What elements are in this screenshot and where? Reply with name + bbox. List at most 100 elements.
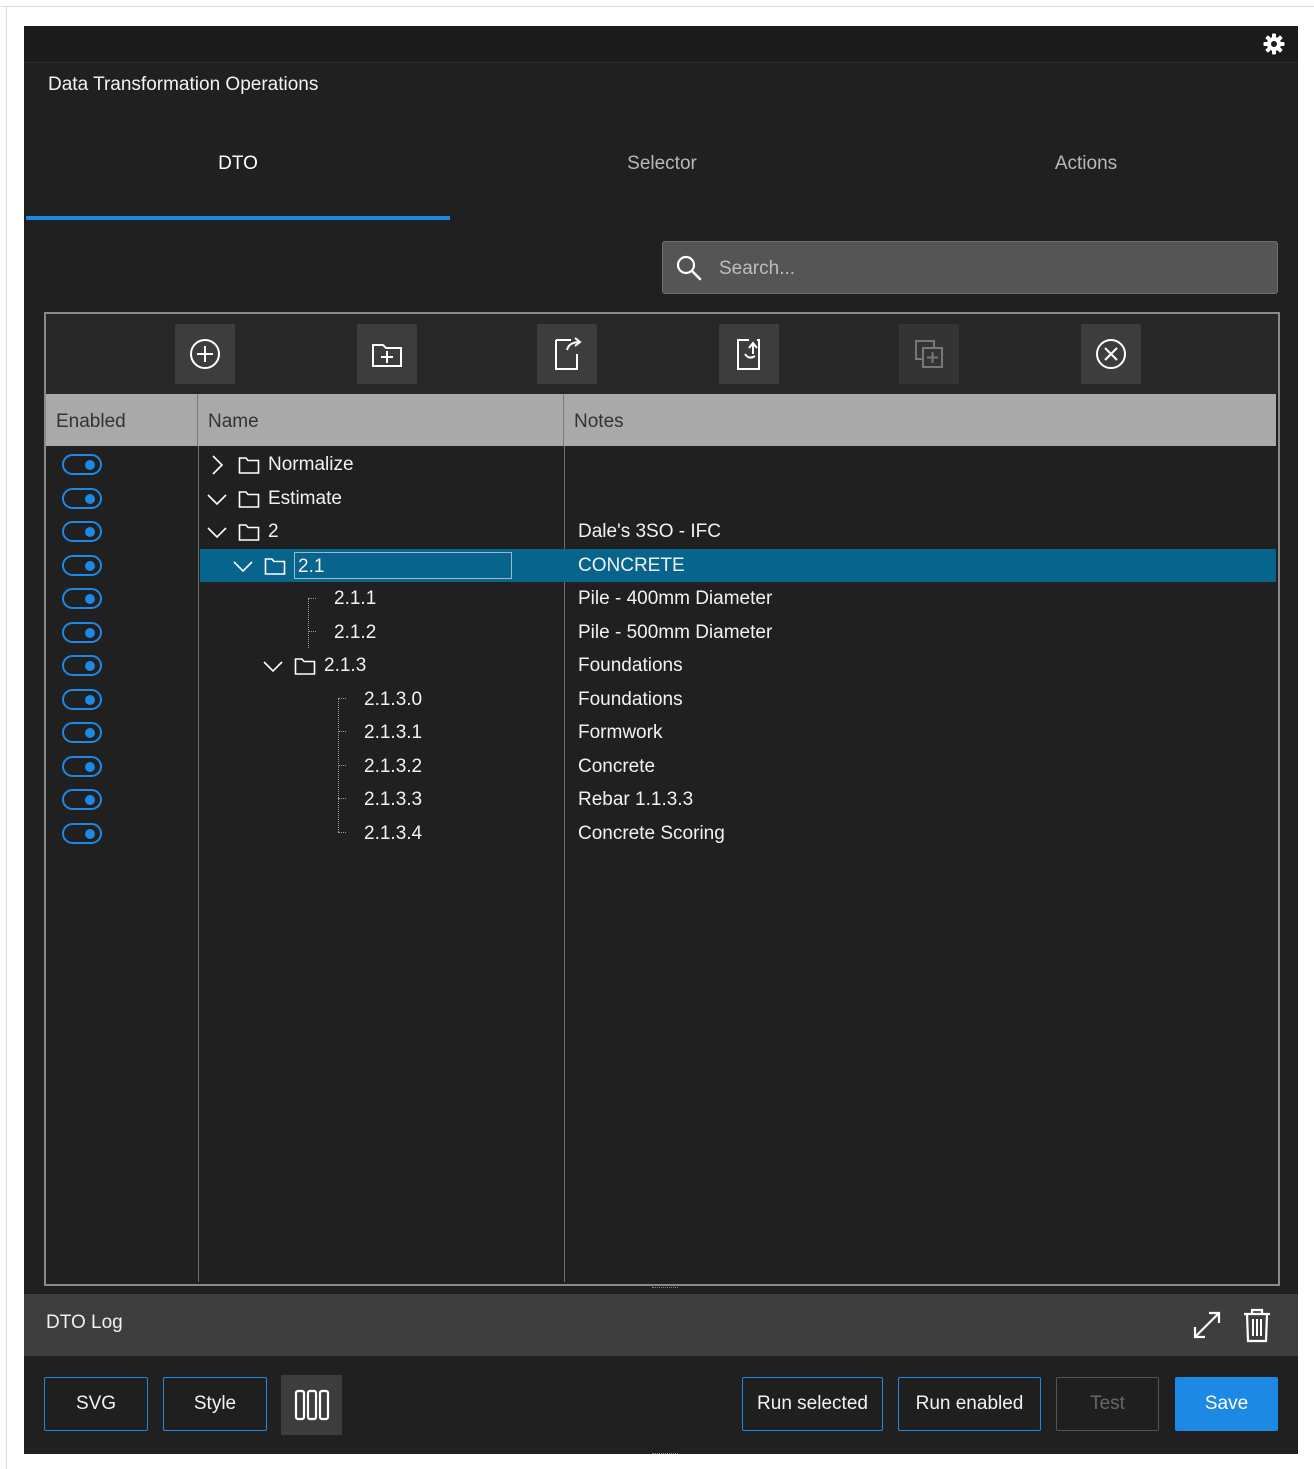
svg-button[interactable]: SVG [44, 1377, 148, 1431]
toggle-knob [85, 561, 95, 571]
enabled-toggle[interactable] [62, 622, 102, 643]
tree-row[interactable]: 2 Dale's 3SO - IFC [46, 515, 1276, 548]
row-notes[interactable]: Pile - 400mm Diameter [578, 582, 772, 615]
duplicate-button[interactable] [899, 324, 959, 384]
panel-splitter[interactable] [652, 1287, 678, 1291]
tree-row[interactable]: Normalize [46, 448, 1276, 481]
toggle-knob [85, 594, 95, 604]
tree-row[interactable]: 2.1.3.4 Concrete Scoring [46, 817, 1276, 850]
toggle-knob [85, 460, 95, 470]
enabled-toggle[interactable] [62, 555, 102, 576]
toggle-knob [85, 628, 95, 638]
chevron-down-icon[interactable] [206, 521, 228, 543]
name-cell: 2.1.3 [262, 649, 366, 682]
name-cell: 2.1.3.1 [364, 716, 422, 749]
expand-icon[interactable] [1190, 1308, 1224, 1342]
tree-row[interactable]: 2.1.3.3 Rebar 1.1.3.3 [46, 783, 1276, 816]
folder-icon [238, 523, 260, 541]
tree-row[interactable]: 2.1.3.1 Formwork [46, 716, 1276, 749]
enabled-toggle[interactable] [62, 454, 102, 475]
row-name[interactable]: 2 [268, 515, 279, 548]
search-input[interactable] [717, 242, 1261, 295]
chevron-down-icon[interactable] [206, 488, 228, 510]
row-notes[interactable]: Concrete Scoring [578, 817, 725, 850]
toggle-knob [85, 728, 95, 738]
row-name[interactable]: 2.1.3 [324, 649, 366, 682]
column-header-enabled[interactable]: Enabled [46, 394, 198, 446]
row-notes[interactable]: Pile - 500mm Diameter [578, 616, 772, 649]
toggle-knob [85, 661, 95, 671]
row-name[interactable]: 2.1.3.0 [364, 683, 422, 716]
toggle-knob [85, 762, 95, 772]
folder-icon [238, 490, 260, 508]
folder-icon [238, 456, 260, 474]
columns-button[interactable] [281, 1375, 342, 1435]
toggle-knob [85, 695, 95, 705]
row-name[interactable]: Normalize [268, 448, 354, 481]
folder-icon [294, 657, 316, 675]
delete-button[interactable] [1081, 324, 1141, 384]
toggle-knob [85, 795, 95, 805]
export-button[interactable] [537, 324, 597, 384]
row-notes[interactable]: Foundations [578, 649, 683, 682]
new-folder-icon [372, 344, 402, 367]
enabled-toggle[interactable] [62, 823, 102, 844]
tree-row[interactable]: 2.1.3 Foundations [46, 649, 1276, 682]
tab-selector[interactable]: Selector [450, 142, 874, 220]
tree-row[interactable]: 2.1.3.2 Concrete [46, 750, 1276, 783]
resize-grip[interactable] [652, 1453, 678, 1454]
row-notes[interactable]: Formwork [578, 716, 662, 749]
enabled-toggle[interactable] [62, 756, 102, 777]
row-name[interactable]: 2.1.3.4 [364, 817, 422, 850]
search-box [662, 241, 1278, 295]
tab-actions[interactable]: Actions [874, 142, 1298, 220]
row-name[interactable]: 2.1.2 [334, 616, 376, 649]
enabled-toggle[interactable] [62, 722, 102, 743]
column-header-name[interactable]: Name [198, 394, 564, 446]
top-bar [24, 26, 1298, 63]
gear-icon[interactable] [1262, 32, 1286, 56]
add-folder-button[interactable] [357, 324, 417, 384]
row-name[interactable]: 2.1.3.1 [364, 716, 422, 749]
enabled-toggle[interactable] [62, 521, 102, 542]
import-button[interactable] [719, 324, 779, 384]
row-name[interactable]: 2.1.1 [334, 582, 376, 615]
row-name[interactable]: Estimate [268, 482, 342, 515]
enabled-toggle[interactable] [62, 789, 102, 810]
run-selected-button[interactable]: Run selected [742, 1377, 883, 1431]
tree-row[interactable]: 2.1.1 Pile - 400mm Diameter [46, 582, 1276, 615]
trash-icon[interactable] [1240, 1306, 1274, 1344]
add-button[interactable] [175, 324, 235, 384]
tree-row[interactable]: Estimate [46, 482, 1276, 515]
name-cell: 2.1.3.2 [364, 750, 422, 783]
delete-circle-icon [1096, 339, 1126, 369]
run-enabled-button[interactable]: Run enabled [898, 1377, 1041, 1431]
row-name[interactable]: 2.1.3.3 [364, 783, 422, 816]
tab-dto[interactable]: DTO [26, 142, 450, 220]
enabled-toggle[interactable] [62, 655, 102, 676]
row-notes[interactable]: Rebar 1.1.3.3 [578, 783, 693, 816]
row-name[interactable]: 2.1.3.2 [364, 750, 422, 783]
chevron-down-icon[interactable] [232, 555, 254, 577]
enabled-toggle[interactable] [62, 689, 102, 710]
row-name[interactable]: 2.1 [294, 552, 512, 579]
row-notes[interactable]: Concrete [578, 750, 655, 783]
import-icon [737, 339, 760, 370]
footer-bar: SVG Style Run selected Run enabled Test … [24, 1356, 1298, 1454]
test-button[interactable]: Test [1056, 1377, 1159, 1431]
tree-row[interactable]: 2.1.3.0 Foundations [46, 683, 1276, 716]
name-cell: 2.1.1 [334, 582, 376, 615]
column-header-notes[interactable]: Notes [564, 394, 1276, 446]
enabled-toggle[interactable] [62, 588, 102, 609]
tree-row[interactable]: 2.1.2 Pile - 500mm Diameter [46, 616, 1276, 649]
chevron-right-icon[interactable] [206, 454, 228, 476]
save-button[interactable]: Save [1175, 1377, 1278, 1431]
row-notes[interactable]: Foundations [578, 683, 683, 716]
enabled-toggle[interactable] [62, 488, 102, 509]
style-button[interactable]: Style [163, 1377, 267, 1431]
row-notes[interactable]: Dale's 3SO - IFC [578, 515, 721, 548]
table-header: Enabled Name Notes [46, 394, 1276, 446]
chevron-down-icon[interactable] [262, 655, 284, 677]
tree-row[interactable]: 2.1 CONCRETE [46, 549, 1276, 582]
row-notes[interactable]: CONCRETE [578, 549, 685, 582]
